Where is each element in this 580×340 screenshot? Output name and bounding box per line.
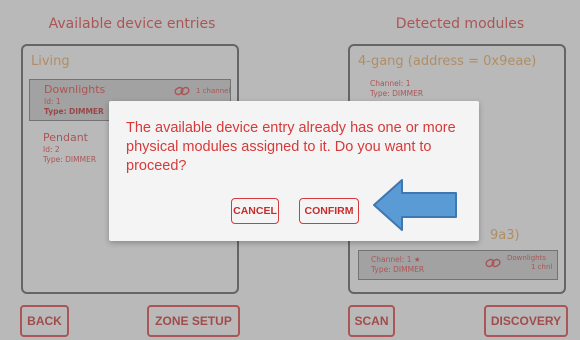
arrow-left-icon [373,179,457,231]
cancel-button[interactable]: CANCEL [231,198,279,224]
confirm-button[interactable]: CONFIRM [299,198,359,224]
dialog-message: The available device entry already has o… [126,120,456,174]
